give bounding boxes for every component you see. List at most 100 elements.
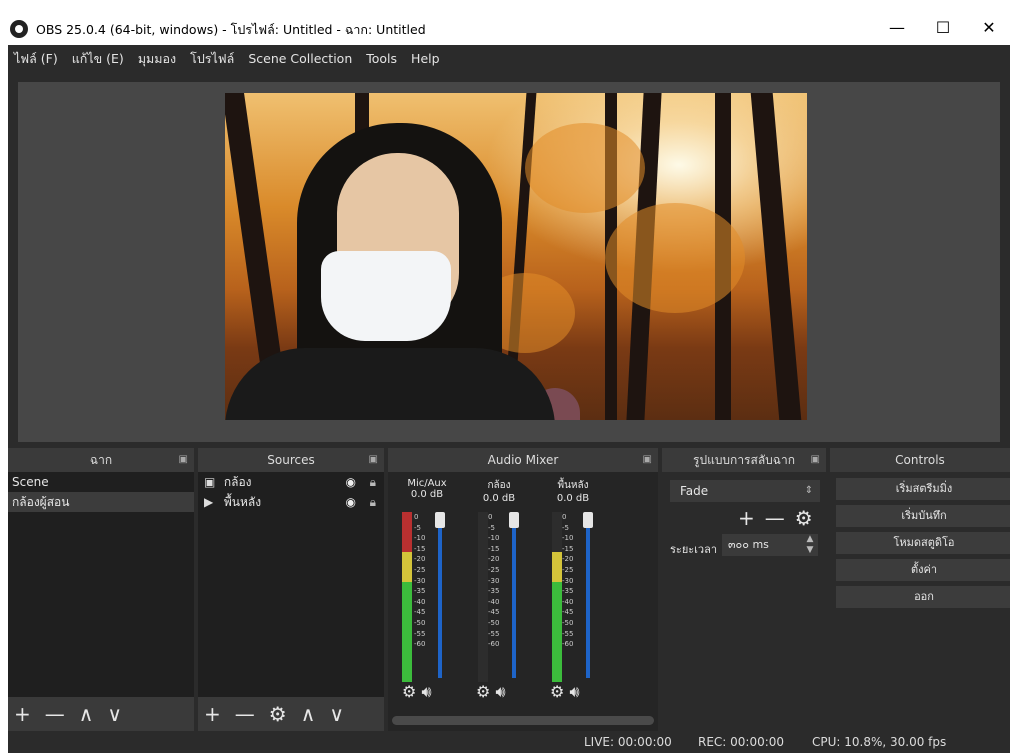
volume-fader-track[interactable] xyxy=(512,518,516,678)
camera-icon: ▣ xyxy=(204,475,216,489)
source-item[interactable]: ▶ พื้นหลัง ◉ 🔒︎ xyxy=(198,492,384,512)
duration-spinner[interactable]: ▲ ▼ xyxy=(802,534,818,556)
volume-fader-track[interactable] xyxy=(438,518,442,678)
meter-scale: 0 -5 -10 -15 -20 -25 -30 -35 -40 -45 -50 -55 -60 xyxy=(414,513,426,649)
channel-db: 0.0 dB xyxy=(410,489,444,500)
gear-icon[interactable]: ⚙ xyxy=(550,682,564,701)
add-transition-button[interactable]: + xyxy=(738,506,755,530)
close-button[interactable]: ✕ xyxy=(966,12,1010,44)
menu-bar: ไฟล์ (F) แก้ไข (E) มุมมอง โปรไฟล์ Scene … xyxy=(8,45,1010,72)
main-area: ฉาก ▣ Scene กล้องผู้สอน + — ∧ ∨ Sources … xyxy=(8,72,1010,753)
start-recording-button[interactable]: เริ่มบันทึก xyxy=(836,505,1010,527)
move-scene-up-button[interactable]: ∧ xyxy=(79,697,94,731)
live-status: LIVE: 00:00:00 xyxy=(584,735,672,749)
move-source-up-button[interactable]: ∧ xyxy=(301,697,316,731)
face-mask xyxy=(321,251,451,341)
add-source-button[interactable]: + xyxy=(204,697,221,731)
transitions-header: รูปแบบการสลับฉาก ▣ xyxy=(662,448,826,472)
undock-icon[interactable]: ▣ xyxy=(369,448,378,472)
add-scene-button[interactable]: + xyxy=(14,697,31,731)
exit-button[interactable]: ออก xyxy=(836,586,1010,608)
channel-name: กล้อง xyxy=(487,480,511,491)
duration-input[interactable]: ๓๐๐ ms xyxy=(722,534,802,556)
studio-mode-button[interactable]: โหมดสตูดิโอ xyxy=(836,532,1010,554)
obs-logo-icon xyxy=(10,20,28,38)
mixer-channel-label: กล้อง 0.0 dB xyxy=(464,478,534,504)
sources-header: Sources ▣ xyxy=(198,448,384,472)
move-source-down-button[interactable]: ∨ xyxy=(329,697,344,731)
controls-title: Controls xyxy=(895,453,945,467)
mixer-title: Audio Mixer xyxy=(487,453,559,467)
transition-select[interactable]: Fade ⇕ xyxy=(670,480,820,502)
scene-transitions-panel: รูปแบบการสลับฉาก ▣ Fade ⇕ + — ⚙ ระยะเวลา ๓… xyxy=(662,448,826,731)
remove-scene-button[interactable]: — xyxy=(45,697,65,731)
transition-selected-value: Fade xyxy=(680,484,709,498)
meter-scale: 0 -5 -10 -15 -20 -25 -30 -35 -40 -45 -50 -55 -60 xyxy=(488,513,500,649)
speaker-icon[interactable]: 🔊︎ xyxy=(569,682,579,701)
volume-fader-handle[interactable] xyxy=(435,512,445,528)
undock-icon[interactable]: ▣ xyxy=(811,448,820,472)
menu-view[interactable]: มุมมอง xyxy=(138,49,176,69)
cpu-status: CPU: 10.8%, 30.00 fps xyxy=(812,735,947,749)
source-properties-button[interactable]: ⚙ xyxy=(269,697,287,731)
source-item[interactable]: ▣ กล้อง ◉ 🔒︎ xyxy=(198,472,384,492)
lock-icon[interactable]: 🔒︎ xyxy=(370,472,376,492)
menu-file[interactable]: ไฟล์ (F) xyxy=(14,49,58,69)
source-label: กล้อง xyxy=(223,475,252,489)
volume-fader-handle[interactable] xyxy=(583,512,593,528)
visibility-eye-icon[interactable]: ◉ xyxy=(346,492,356,512)
menu-help[interactable]: Help xyxy=(411,51,440,66)
visibility-eye-icon[interactable]: ◉ xyxy=(346,472,356,492)
foliage xyxy=(605,203,745,313)
remove-source-button[interactable]: — xyxy=(235,697,255,731)
scenes-list: Scene กล้องผู้สอน xyxy=(8,472,194,697)
minimize-button[interactable]: — xyxy=(874,12,920,44)
menu-edit[interactable]: แก้ไข (E) xyxy=(72,49,124,69)
sources-list: ▣ กล้อง ◉ 🔒︎ ▶ พื้นหลัง ◉ 🔒︎ xyxy=(198,472,384,697)
start-streaming-button[interactable]: เริ่มสตรีมมิ่ง xyxy=(836,478,1010,500)
sources-title: Sources xyxy=(267,453,315,467)
foliage xyxy=(525,123,645,213)
undock-icon[interactable]: ▣ xyxy=(643,448,652,472)
mixer-header: Audio Mixer ▣ xyxy=(388,448,658,472)
move-scene-down-button[interactable]: ∨ xyxy=(107,697,122,731)
undock-icon[interactable]: ▣ xyxy=(179,448,188,472)
gear-icon[interactable]: ⚙ xyxy=(402,682,416,701)
lock-icon[interactable]: 🔒︎ xyxy=(370,492,376,512)
preview-area[interactable] xyxy=(18,82,1000,442)
gear-icon[interactable]: ⚙ xyxy=(476,682,490,701)
play-icon: ▶ xyxy=(204,495,214,509)
volume-meter xyxy=(402,512,412,682)
menu-scene-collection[interactable]: Scene Collection xyxy=(248,51,352,66)
scene-item[interactable]: Scene xyxy=(8,472,194,492)
channel-name: Mic/Aux xyxy=(407,478,447,489)
volume-fader-handle[interactable] xyxy=(509,512,519,528)
chevron-updown-icon: ⇕ xyxy=(804,485,814,496)
duration-label: ระยะเวลา xyxy=(670,543,718,556)
channel-controls: ⚙ 🔊︎ xyxy=(550,682,580,702)
remove-transition-button[interactable]: — xyxy=(765,506,785,530)
person-body xyxy=(225,348,555,420)
tree-trunk xyxy=(750,93,802,420)
sources-toolbar: + — ⚙ ∧ ∨ xyxy=(198,697,384,731)
channel-db: 0.0 dB xyxy=(556,493,590,504)
maximize-button[interactable]: ☐ xyxy=(920,12,966,44)
channel-db: 0.0 dB xyxy=(482,493,516,504)
mixer-channel-label: พื้นหลัง 0.0 dB xyxy=(538,478,608,504)
mixer-horizontal-scrollbar[interactable] xyxy=(392,716,654,725)
controls-panel: Controls เริ่มสตรีมมิ่ง เริ่มบันทึก โหมด… xyxy=(830,448,1010,731)
transition-properties-button[interactable]: ⚙ xyxy=(795,506,813,530)
preview-canvas[interactable] xyxy=(225,93,807,420)
rec-status: REC: 00:00:00 xyxy=(698,735,785,749)
volume-fader-track[interactable] xyxy=(586,518,590,678)
scenes-header: ฉาก ▣ xyxy=(8,448,194,472)
menu-tools[interactable]: Tools xyxy=(366,51,397,66)
speaker-icon[interactable]: 🔊︎ xyxy=(421,682,431,701)
settings-button[interactable]: ตั้งค่า xyxy=(836,559,1010,581)
speaker-icon[interactable]: 🔊︎ xyxy=(495,682,505,701)
volume-meter xyxy=(552,512,562,682)
channel-name: พื้นหลัง xyxy=(557,480,589,491)
menu-profile[interactable]: โปรไฟล์ xyxy=(190,49,234,69)
scene-item[interactable]: กล้องผู้สอน xyxy=(8,492,194,512)
status-bar: LIVE: 00:00:00 REC: 00:00:00 CPU: 10.8%,… xyxy=(8,732,1010,753)
